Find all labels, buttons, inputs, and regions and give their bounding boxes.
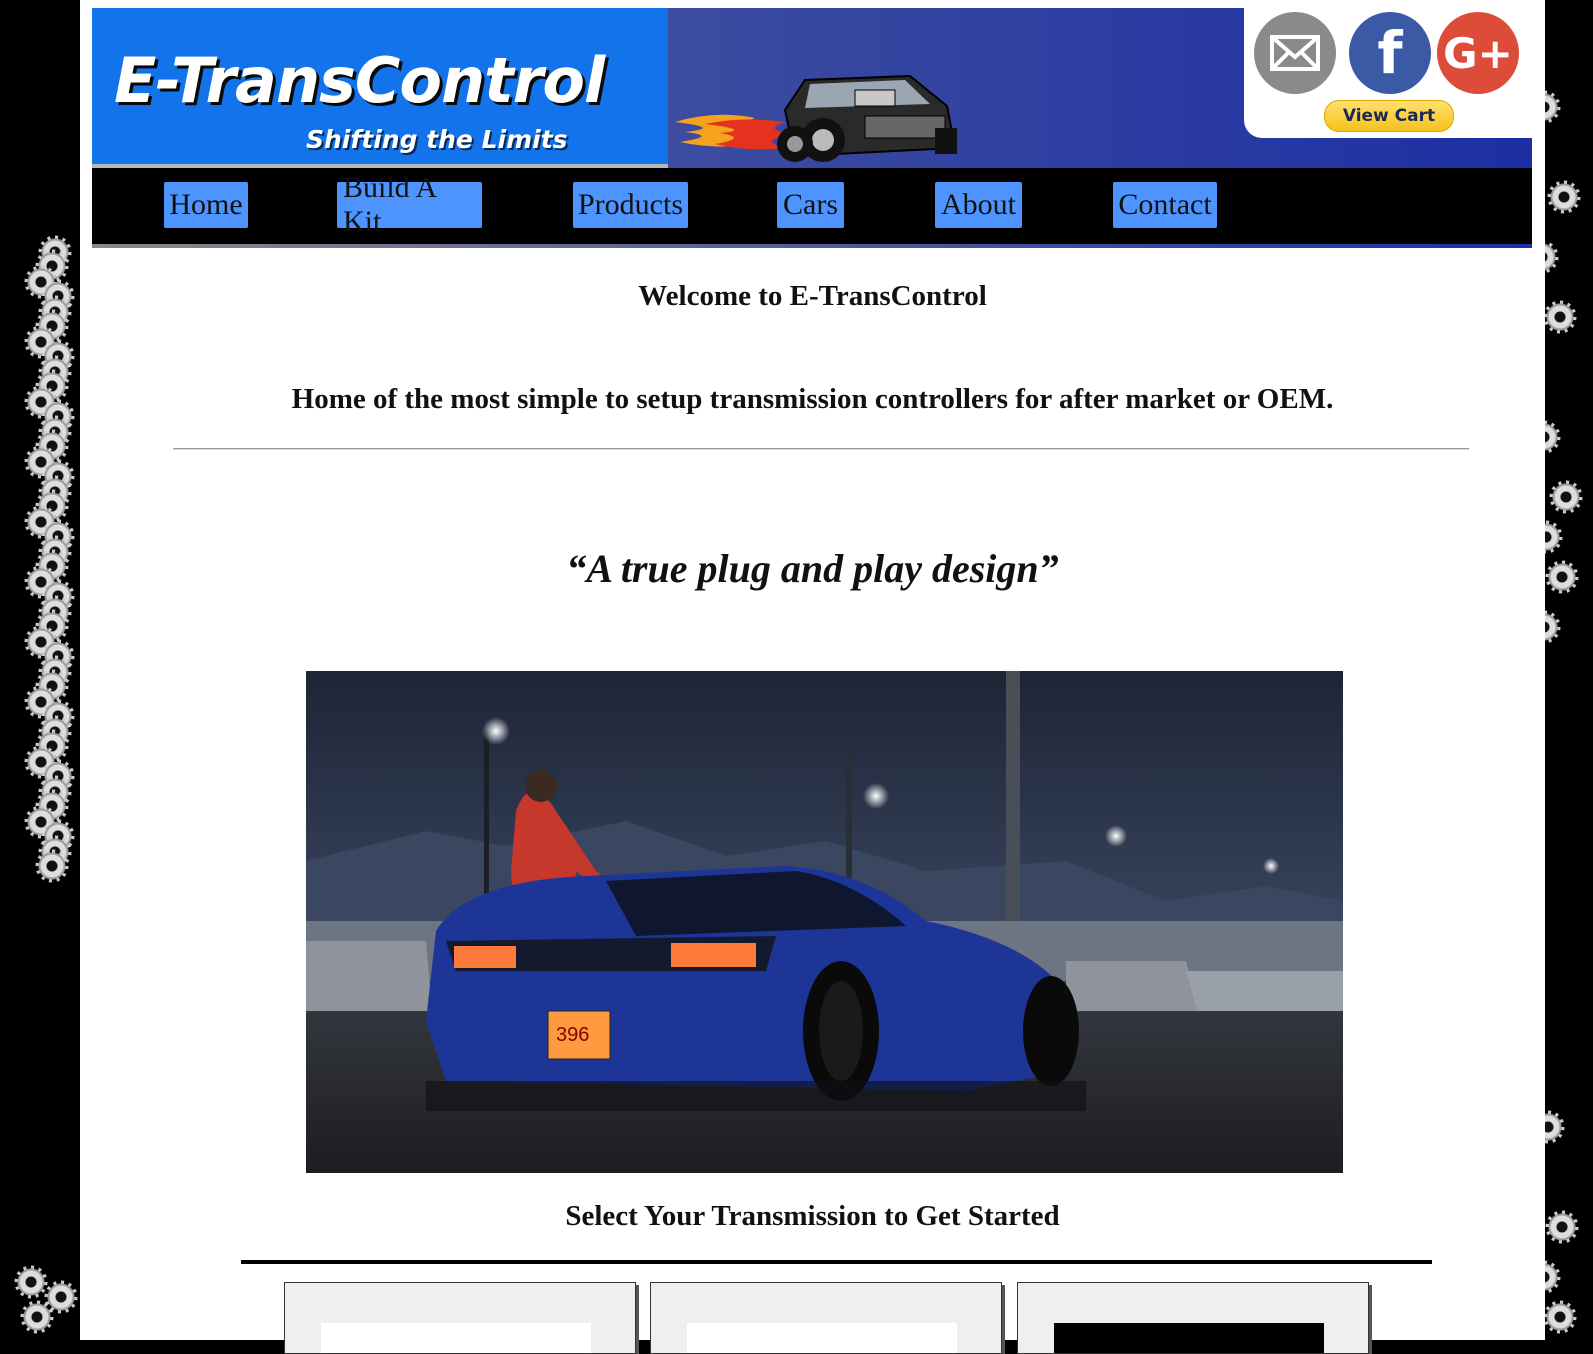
heavy-divider <box>241 1260 1432 1264</box>
hero-car-photo: 396 <box>306 671 1343 1173</box>
view-cart-button[interactable]: View Cart <box>1324 100 1454 132</box>
nav-cars[interactable]: Cars <box>777 182 844 228</box>
logo-tagline: Shifting the Limits <box>306 125 568 154</box>
site-logo[interactable]: E-TransControl Shifting the Limits <box>92 8 668 168</box>
site-header: E-TransControl Shifting the Limits f G+ … <box>92 8 1536 168</box>
google-plus-icon[interactable]: G+ <box>1437 12 1519 94</box>
left-gear-decoration <box>0 0 80 1340</box>
main-nav: Home Build A Kit Products Cars About Con… <box>92 168 1532 248</box>
gear-icon <box>1547 180 1581 214</box>
facebook-icon[interactable]: f <box>1349 12 1431 94</box>
page-container: E-TransControl Shifting the Limits f G+ … <box>80 0 1545 1354</box>
nav-contact[interactable]: Contact <box>1113 182 1217 228</box>
license-plate: 396 <box>556 1024 589 1046</box>
gear-icon <box>14 1265 48 1299</box>
intro-subheading: Home of the most simple to setup transmi… <box>291 383 1334 415</box>
transmission-card-1[interactable] <box>284 1282 636 1354</box>
gear-icon <box>1543 1300 1577 1334</box>
select-transmission-heading: Select Your Transmission to Get Started <box>565 1200 1060 1232</box>
transmission-card-image <box>1054 1323 1324 1353</box>
social-panel: f G+ View Cart <box>1244 8 1536 138</box>
transmission-card-3[interactable] <box>1017 1282 1369 1354</box>
divider <box>173 448 1469 450</box>
nav-home[interactable]: Home <box>164 182 248 228</box>
gear-icon <box>20 1300 54 1334</box>
nav-build-a-kit[interactable]: Build A Kit <box>337 171 482 238</box>
gear-icon <box>1545 560 1579 594</box>
gear-icon <box>1549 480 1583 514</box>
transmission-card-image <box>687 1323 957 1353</box>
transmission-card-2[interactable] <box>650 1282 1002 1354</box>
gear-icon <box>1543 300 1577 334</box>
nav-about[interactable]: About <box>935 182 1022 228</box>
cartoon-car-illustration <box>675 74 957 162</box>
transmission-card-image <box>321 1323 591 1353</box>
tagline-quote: “A true plug and play design” <box>566 546 1059 591</box>
logo-title: E-TransControl <box>114 44 605 117</box>
nav-products[interactable]: Products <box>573 182 688 228</box>
welcome-heading: Welcome to E-TransControl <box>638 280 987 312</box>
mail-icon[interactable] <box>1254 12 1336 94</box>
gear-icon <box>35 849 69 883</box>
gear-icon <box>1545 1210 1579 1244</box>
